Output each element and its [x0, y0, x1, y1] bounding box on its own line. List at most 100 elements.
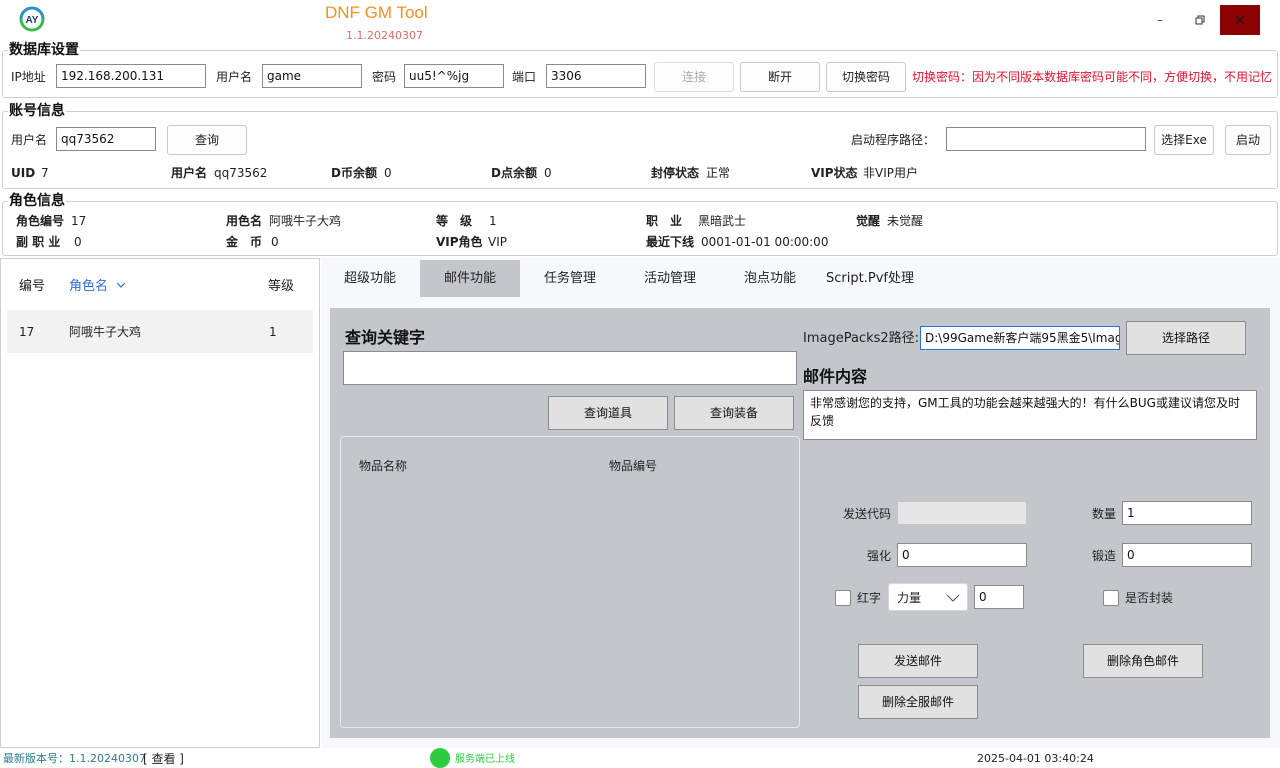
db-user-input[interactable]: game [262, 64, 362, 88]
role-subjob-label: 副 职 业 [16, 235, 61, 249]
switch-password-button[interactable]: 切换密码 [826, 62, 906, 92]
imagepacks-label: ImagePacks2路径: [803, 331, 920, 346]
red-text-label: 红字 [857, 591, 882, 605]
red-attr-select[interactable]: 力量 [888, 583, 968, 611]
red-value-input[interactable]: 0 [974, 585, 1024, 609]
role-job-label: 职 业 [646, 214, 683, 228]
tab-activity[interactable]: 活动管理 [630, 260, 710, 297]
restore-icon [1195, 15, 1205, 25]
online-status-icon [430, 748, 450, 768]
role-list-header-level[interactable]: 等级 [268, 279, 294, 295]
role-awaken-value: 未觉醒 [887, 214, 924, 228]
ban-status-value: 正常 [706, 166, 731, 180]
role-id-value: 17 [71, 214, 87, 228]
query-keyword-input[interactable] [343, 351, 797, 385]
launcher-path-label: 启动程序路径： [851, 133, 936, 147]
db-port-input[interactable]: 3306 [546, 64, 646, 88]
ip-label: IP地址 [11, 70, 46, 84]
dcoin-value: 0 [384, 166, 392, 180]
dpoint-label: D点余额 [491, 166, 537, 180]
forge-input[interactable]: 0 [1122, 543, 1252, 567]
tab-script-pvf[interactable]: Script.Pvf处理 [826, 260, 914, 297]
launch-button[interactable]: 启动 [1225, 125, 1271, 155]
enhance-input[interactable]: 0 [897, 543, 1027, 567]
row-id: 17 [19, 325, 35, 339]
role-name-value: 阿哦牛子大鸡 [269, 214, 342, 228]
send-code-input[interactable] [897, 501, 1027, 525]
db-user-label: 用户名 [216, 70, 253, 84]
select-path-button[interactable]: 选择路径 [1126, 321, 1246, 355]
dcoin-label: D币余额 [331, 166, 377, 180]
table-row[interactable]: 17 阿哦牛子大鸡 1 [7, 310, 313, 353]
latest-version: 最新版本号：1.1.20240307 [3, 752, 146, 765]
delete-all-mail-button[interactable]: 删除全服邮件 [858, 685, 978, 719]
role-level-value: 1 [489, 214, 497, 228]
role-lastoff-value: 0001-01-01 00:00:00 [701, 235, 829, 249]
role-subjob-value: 0 [74, 235, 82, 249]
account-query-button[interactable]: 查询 [167, 125, 247, 155]
username-value: qq73562 [214, 166, 268, 180]
connect-button[interactable]: 连接 [654, 62, 734, 92]
forge-label: 锻造 [1092, 549, 1117, 563]
disconnect-button[interactable]: 断开 [740, 62, 820, 92]
ban-status-label: 封停状态 [651, 166, 700, 180]
role-list-header-id[interactable]: 编号 [19, 279, 45, 295]
tab-bubble[interactable]: 泡点功能 [730, 260, 810, 297]
role-info-panel [2, 201, 1278, 256]
tab-super[interactable]: 超级功能 [330, 260, 410, 297]
app-title: DNF GM Tool [325, 3, 428, 22]
item-grid[interactable] [340, 436, 800, 728]
uid-label: UID [11, 166, 36, 180]
select-exe-button[interactable]: 选择Exe [1154, 125, 1214, 155]
enhance-label: 强化 [867, 549, 892, 563]
server-status: 服务端已上线 [455, 754, 515, 765]
account-user-input[interactable]: qq73562 [56, 127, 156, 151]
sealed-checkbox[interactable] [1103, 590, 1119, 606]
dpoint-value: 0 [544, 166, 552, 180]
role-name-label: 用色名 [226, 214, 263, 228]
role-list-header-name-label: 角色名 [69, 279, 109, 294]
role-awaken-label: 觉醒 [856, 214, 881, 228]
minimize-button[interactable]: – [1148, 8, 1172, 32]
row-name: 阿哦牛子大鸡 [69, 325, 142, 339]
role-id-label: 角色编号 [16, 214, 65, 228]
send-code-label: 发送代码 [843, 507, 892, 521]
db-password-input[interactable]: uu5!^%jg [404, 64, 504, 88]
imagepacks-path-input[interactable]: D:\99Game新客户端95黑金5\ImagePacks2 [920, 326, 1120, 350]
row-level: 1 [269, 325, 277, 339]
vip-status-value: 非VIP用户 [863, 166, 918, 180]
current-datetime: 2025-04-01 03:40:24 [977, 752, 1094, 765]
red-attr-select-value: 力量 [897, 591, 922, 605]
tab-mail[interactable]: 邮件功能 [420, 260, 520, 297]
chevron-down-icon [946, 594, 960, 602]
db-port-label: 端口 [512, 70, 537, 84]
role-gold-value: 0 [271, 235, 279, 249]
quantity-input[interactable]: 1 [1122, 501, 1252, 525]
red-text-checkbox[interactable] [835, 590, 851, 606]
restore-button[interactable] [1188, 8, 1212, 32]
query-item-button[interactable]: 查询道具 [548, 396, 668, 430]
ip-input[interactable]: 192.168.200.131 [56, 64, 206, 88]
send-mail-button[interactable]: 发送邮件 [858, 644, 978, 678]
launcher-path-input[interactable] [946, 127, 1146, 151]
role-vip-label: VIP角色 [436, 235, 483, 249]
quantity-label: 数量 [1092, 507, 1117, 521]
switch-password-hint: 切换密码：因为不同版本数据库密码可能不同，方便切换，不用记忆 [912, 70, 1273, 84]
view-link[interactable]: [ 查看 ] [143, 751, 184, 767]
role-list-header-name[interactable]: 角色名 [69, 279, 127, 295]
delete-role-mail-button[interactable]: 删除角色邮件 [1083, 644, 1203, 678]
uid-value: 7 [41, 166, 49, 180]
role-job-value: 黑暗武士 [698, 214, 747, 228]
query-equip-button[interactable]: 查询装备 [674, 396, 794, 430]
close-button[interactable] [1220, 5, 1260, 35]
app-logo: AY [17, 4, 47, 34]
svg-text:AY: AY [26, 15, 39, 26]
role-lastoff-label: 最近下线 [646, 235, 695, 249]
app-version: 1.1.20240307 [346, 29, 423, 42]
role-info-title: 角色信息 [8, 193, 66, 209]
tab-task[interactable]: 任务管理 [530, 260, 610, 297]
item-grid-header-name: 物品名称 [359, 459, 408, 473]
mail-content-textarea[interactable]: 非常感谢您的支持，GM工具的功能会越来越强大的！有什么BUG或建议请您及时反馈 [803, 390, 1257, 440]
mail-content-title: 邮件内容 [803, 367, 868, 386]
minimize-icon: – [1157, 13, 1163, 27]
